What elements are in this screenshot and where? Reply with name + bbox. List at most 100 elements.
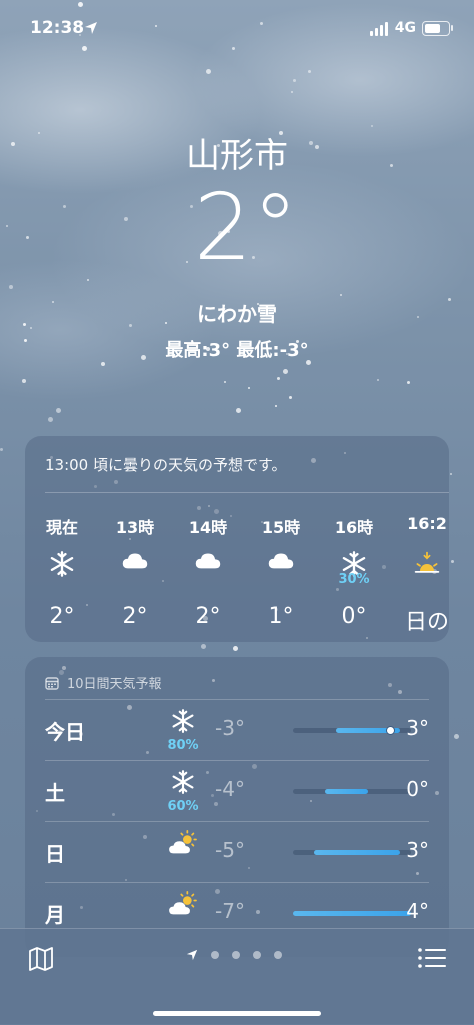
current-temperature: 2°: [193, 174, 299, 281]
network-type: 4G: [394, 20, 416, 36]
hour-precip: 30%: [338, 572, 370, 587]
hour-item: 14時 2°: [173, 514, 243, 629]
snowflake-particle: [293, 79, 296, 82]
hour-item: 13時 2°: [100, 514, 170, 629]
snowflake-particle: [454, 734, 459, 739]
snowflake-particle: [248, 387, 250, 389]
page-dot[interactable]: [253, 951, 261, 959]
day-icon-wrap: [155, 891, 211, 931]
snowflake-particle: [201, 644, 206, 649]
day-high: 0°: [406, 777, 429, 801]
day-precip: 80%: [167, 738, 199, 753]
snowflake-particle: [87, 279, 89, 281]
hourly-summary: 13:00 頃に曇りの天気の予想です。: [45, 456, 287, 474]
snowflake-particle: [283, 369, 288, 374]
hour-temp: 2°: [49, 604, 75, 629]
snowflake-particle: [371, 125, 373, 127]
day-label: 日: [45, 842, 65, 866]
page-dot[interactable]: [211, 951, 219, 959]
day-low: -5°: [215, 838, 245, 862]
hour-temp: 2°: [122, 604, 148, 629]
day-precip: 60%: [167, 799, 199, 814]
cloud-icon: [121, 553, 149, 575]
hour-temp: 2°: [195, 604, 221, 629]
hour-icon-wrap: [100, 550, 170, 584]
hour-icon-wrap: 30%: [319, 550, 389, 587]
snowflake-particle: [451, 560, 454, 563]
snowflake-particle: [30, 327, 32, 329]
temp-range-track: [293, 911, 411, 916]
battery-icon: [422, 21, 453, 36]
snowflake-particle: [22, 379, 26, 383]
snowflake-particle: [56, 408, 61, 413]
hour-temp: 日の: [404, 610, 449, 635]
snowflake-icon: [48, 551, 76, 582]
hour-item: 15時 1°: [246, 514, 316, 629]
snowflake-particle: [82, 46, 87, 51]
snowflake-particle: [101, 362, 105, 366]
snowflake-particle: [236, 408, 241, 413]
hour-label: 13時: [115, 518, 155, 537]
hour-label: 16:2: [407, 514, 447, 533]
current-condition: にわか雪: [197, 302, 277, 326]
snowflake-particle: [377, 379, 379, 381]
city-name: 山形市: [186, 136, 288, 176]
daily-row[interactable]: 土 60% -4° 0°: [45, 760, 429, 822]
hour-icon-wrap: [392, 550, 449, 584]
snowflake-particle: [0, 448, 3, 451]
day-icon-wrap: 60%: [155, 769, 211, 814]
temp-range-bar: [293, 911, 411, 916]
hour-label: 現在: [45, 518, 78, 537]
snowflake-particle: [407, 381, 410, 384]
snowflake-particle: [48, 417, 53, 422]
snowflake-particle: [289, 396, 292, 399]
location-arrow-icon: [85, 22, 97, 34]
hour-icon-wrap: [27, 550, 97, 584]
hour-label: 14時: [188, 518, 228, 537]
temp-range-track: [293, 789, 411, 794]
page-dot[interactable]: [232, 951, 240, 959]
hour-item: 現在 2°: [27, 514, 97, 629]
daily-forecast-card[interactable]: 10日間天気予報 今日 80% -3° 3° 土 60% -4° 0° 日 -5…: [25, 657, 449, 957]
day-low: -4°: [215, 777, 245, 801]
high-low: 最高:3° 最低:-3°: [165, 340, 309, 361]
list-icon[interactable]: [418, 947, 446, 969]
day-label: 月: [45, 903, 65, 927]
snowflake-particle: [78, 2, 83, 7]
status-bar: 12:38 4G: [0, 18, 474, 44]
cloud-icon: [267, 553, 295, 575]
snowflake-particle: [275, 405, 277, 407]
partly-sunny-icon: [167, 891, 199, 921]
snowflake-particle: [340, 294, 342, 296]
day-high: 4°: [406, 899, 429, 923]
page-dot[interactable]: [274, 951, 282, 959]
snowflake-particle: [206, 69, 211, 74]
snowflake-particle: [232, 47, 235, 50]
snowflake-icon: [170, 770, 196, 799]
map-icon[interactable]: [28, 947, 54, 971]
daily-header: 10日間天気予報: [45, 673, 162, 692]
day-label: 土: [45, 781, 65, 805]
snowflake-particle: [224, 381, 226, 383]
day-high: 3°: [406, 838, 429, 862]
hour-label: 15時: [261, 518, 301, 537]
daily-row[interactable]: 今日 80% -3° 3°: [45, 699, 429, 761]
hour-temp: 0°: [341, 604, 367, 629]
day-low: -3°: [215, 716, 245, 740]
location-page-icon: [186, 949, 198, 961]
daily-row[interactable]: 日 -5° 3°: [45, 821, 429, 883]
divider: [45, 492, 449, 493]
cloud-icon: [194, 553, 222, 575]
sunset-icon: [413, 551, 441, 582]
calendar-icon: [45, 676, 59, 690]
hour-icon-wrap: [246, 550, 316, 584]
home-indicator[interactable]: [153, 1011, 321, 1016]
snowflake-particle: [277, 377, 280, 380]
snowflake-particle: [450, 473, 452, 475]
day-low: -7°: [215, 899, 245, 923]
status-time: 12:38: [30, 18, 85, 38]
hourly-forecast-card[interactable]: 13:00 頃に曇りの天気の予想です。 現在 2° 13時 2° 14時 2° …: [25, 436, 449, 642]
hour-icon-wrap: [173, 550, 243, 584]
partly-sunny-icon: [167, 830, 199, 860]
page-indicator[interactable]: [186, 949, 282, 961]
